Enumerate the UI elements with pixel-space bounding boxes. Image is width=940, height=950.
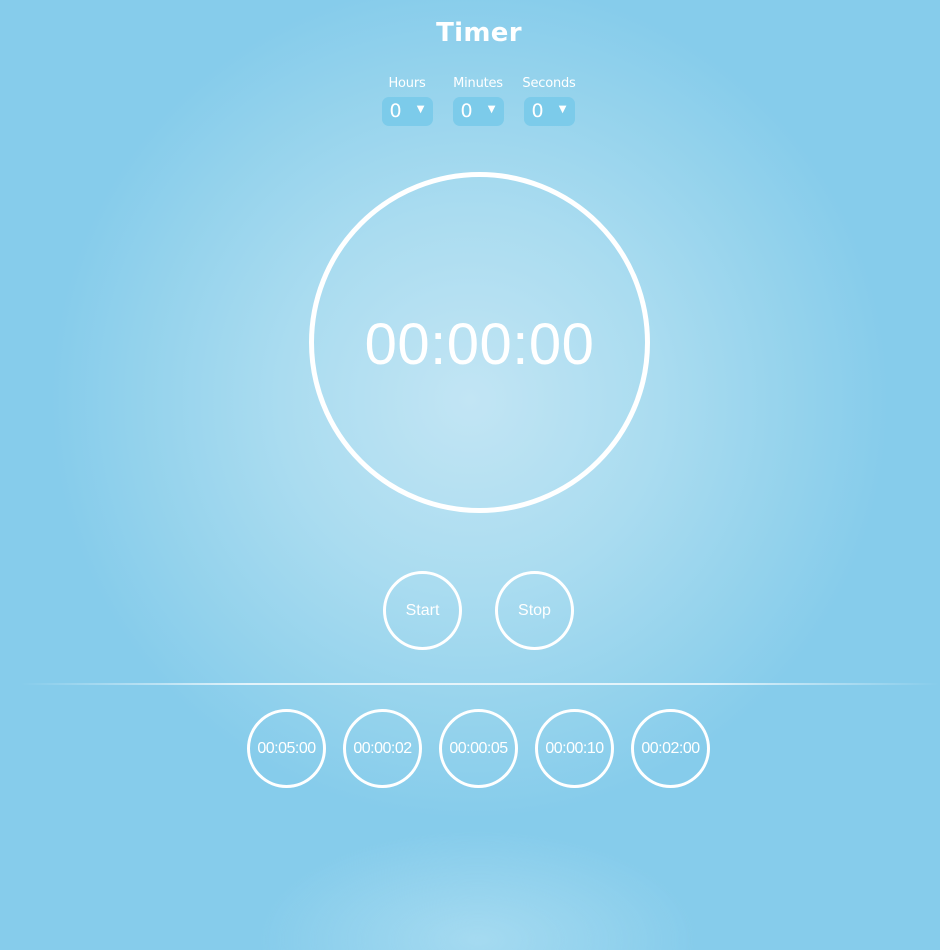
seconds-value: 0 xyxy=(531,100,544,122)
minutes-label: Minutes xyxy=(453,76,503,91)
stop-button[interactable]: Stop xyxy=(495,571,574,650)
hours-label: Hours xyxy=(388,76,426,91)
hours-select[interactable]: 0 ▼ xyxy=(381,97,433,126)
preset-button[interactable]: 00:00:05 xyxy=(439,709,518,788)
chevron-down-icon: ▼ xyxy=(558,104,567,115)
clock-ring: 00:00:00 xyxy=(309,172,650,513)
preset-button[interactable]: 00:05:00 xyxy=(247,709,326,788)
minutes-select[interactable]: 0 ▼ xyxy=(452,97,504,126)
seconds-picker: Seconds 0 ▼ xyxy=(521,76,577,126)
minutes-picker: Minutes 0 ▼ xyxy=(450,76,506,126)
page-title: Timer xyxy=(436,18,522,48)
seconds-select[interactable]: 0 ▼ xyxy=(523,97,575,126)
preset-button[interactable]: 00:00:02 xyxy=(343,709,422,788)
chevron-down-icon: ▼ xyxy=(416,104,425,115)
divider xyxy=(20,683,940,685)
minutes-value: 0 xyxy=(460,100,473,122)
hours-value: 0 xyxy=(389,100,402,122)
seconds-label: Seconds xyxy=(522,76,576,91)
start-button[interactable]: Start xyxy=(383,571,462,650)
hours-picker: Hours 0 ▼ xyxy=(379,76,435,126)
preset-button[interactable]: 00:02:00 xyxy=(631,709,710,788)
chevron-down-icon: ▼ xyxy=(487,104,496,115)
preset-button[interactable]: 00:00:10 xyxy=(535,709,614,788)
clock-display: 00:00:00 xyxy=(364,312,595,377)
